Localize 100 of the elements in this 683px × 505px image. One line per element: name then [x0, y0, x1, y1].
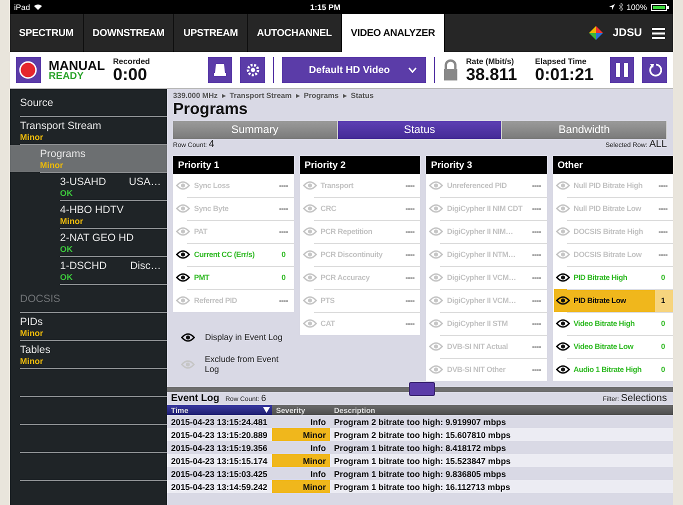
sidebar-item[interactable]: 2-NAT GEO HD OK	[10, 229, 167, 256]
item-label: Tables	[20, 344, 50, 356]
table-header: Priority 2	[300, 156, 420, 174]
severity-cell: Minor	[272, 428, 330, 441]
eye-icon	[556, 365, 570, 374]
profile-dropdown[interactable]: Default HD Video	[282, 57, 426, 83]
table-cell: 2015-04-23 13:15:15.174	[167, 454, 272, 467]
chevron-down-icon	[408, 67, 417, 73]
item-status: Minor	[40, 160, 64, 170]
eye-icon	[302, 296, 316, 305]
wifi-icon	[34, 4, 42, 10]
clock: 1:15 PM	[309, 2, 342, 12]
item-detail: Disc…	[130, 260, 161, 272]
splitter-handle[interactable]	[409, 382, 435, 396]
item-label: 3-USAHD	[60, 176, 106, 188]
eye-icon	[176, 227, 190, 236]
recorded-label: Recorded	[113, 58, 150, 66]
sidebar-item[interactable]: Tables Minor	[10, 341, 167, 368]
item-label: 2-NAT GEO HD	[60, 232, 134, 244]
elapsed-label: Elapsed Time	[535, 58, 588, 66]
table-cell: 2015-04-23 13:15:03.425	[167, 467, 272, 480]
nav-tab[interactable]: VIDEO ANALYZER	[342, 14, 446, 52]
eye-icon	[176, 273, 190, 282]
eye-icon	[302, 227, 316, 236]
table-cell: Program 1 bitrate too high: 15.523847 mbps	[330, 454, 673, 467]
table-cell: Program 1 bitrate too high: 16.112713 mbps	[330, 480, 673, 493]
sidebar-item[interactable]: 4-HBO HDTV Minor	[10, 201, 167, 228]
rate-label: Rate (Mbit/s)	[466, 58, 515, 66]
eye-icon	[556, 342, 570, 351]
item-status: OK	[60, 244, 74, 254]
elapsed-value: 0:01:21	[535, 66, 594, 82]
eye-icon	[302, 250, 316, 259]
sidebar-item[interactable]: Source	[10, 89, 167, 116]
record-icon	[19, 61, 38, 79]
reset-button[interactable]	[642, 57, 667, 83]
eye-icon	[556, 250, 570, 259]
sidebar-item[interactable]: 1-DSCHD Disc… OK	[10, 257, 167, 284]
eye-icon	[176, 204, 190, 213]
battery-icon	[651, 4, 669, 10]
table-cell: 2015-04-23 13:15:24.481	[167, 415, 272, 428]
legend-label: Exclude from Event Log	[204, 354, 280, 374]
item-label: Source	[20, 96, 54, 108]
item-label: PIDs	[20, 316, 43, 328]
breadcrumb-arrow-icon	[342, 94, 347, 98]
breadcrumb-arrow-icon	[296, 94, 300, 98]
settings-button[interactable]	[240, 57, 265, 83]
view-tab[interactable]: Status	[338, 121, 502, 139]
sort-icon	[263, 407, 270, 413]
eye-icon	[176, 296, 190, 305]
item-status: Minor	[20, 356, 44, 366]
table-header: Other	[552, 156, 673, 174]
bluetooth-icon	[618, 3, 623, 11]
table-cell: Program 2 bitrate too high: 9.919907 mbps	[330, 415, 673, 428]
item-label: Programs	[40, 148, 86, 160]
eye-icon	[176, 250, 190, 259]
eye-icon	[176, 181, 190, 190]
record-button[interactable]	[16, 57, 41, 83]
table-header: Priority 3	[426, 156, 546, 174]
legend-label: Display in Event Log	[205, 332, 282, 342]
item-label: 4-HBO HDTV	[60, 204, 124, 216]
refresh-icon	[648, 63, 662, 77]
settings-icon	[244, 62, 261, 78]
eye-icon	[302, 181, 316, 190]
eye-icon	[556, 319, 570, 328]
event-log-title: Event Log	[171, 393, 220, 404]
eye-icon	[556, 296, 570, 305]
recorded-value: 0:00	[113, 66, 148, 82]
item-label: DOCSIS	[20, 292, 60, 304]
item-label: 1-DSCHD	[60, 260, 107, 272]
eye-icon	[556, 181, 570, 190]
table-cell: 2015-04-23 13:14:59.242	[167, 480, 272, 493]
sidebar-item[interactable]: Transport Stream Minor	[10, 117, 167, 144]
breadcrumb-arrow-icon	[222, 94, 226, 98]
item-status: OK	[60, 188, 74, 198]
eye-icon	[302, 319, 316, 328]
table-cell: 2015-04-23 13:15:20.889	[167, 428, 272, 441]
sidebar-item[interactable]: 3-USAHD USA… OK	[10, 173, 167, 200]
drive-icon	[212, 63, 227, 77]
eye-icon	[429, 250, 443, 259]
eye-icon	[429, 227, 443, 236]
eye-icon	[429, 365, 443, 374]
menu-icon[interactable]	[652, 28, 665, 38]
mode-label: MANUAL	[48, 58, 105, 72]
severity-cell: Minor	[272, 454, 330, 467]
state-label: READY	[48, 72, 85, 82]
storage-button[interactable]	[208, 57, 232, 83]
sidebar-item[interactable]: Programs Minor	[10, 145, 167, 172]
sidebar-item[interactable]: PIDs Minor	[10, 313, 167, 340]
lock-icon	[442, 59, 458, 81]
item-status: Minor	[20, 328, 44, 338]
eye-icon	[429, 204, 443, 213]
eye-icon	[302, 273, 316, 282]
eye-icon	[429, 342, 443, 351]
table-cell: 2015-04-23 13:15:19.356	[167, 441, 272, 454]
location-icon	[608, 4, 615, 10]
eye-icon	[556, 273, 570, 282]
table-header: Priority 1	[173, 156, 294, 174]
severity-cell: Minor	[272, 480, 330, 493]
severity-cell: Info	[272, 467, 330, 480]
pause-button[interactable]	[610, 57, 634, 83]
